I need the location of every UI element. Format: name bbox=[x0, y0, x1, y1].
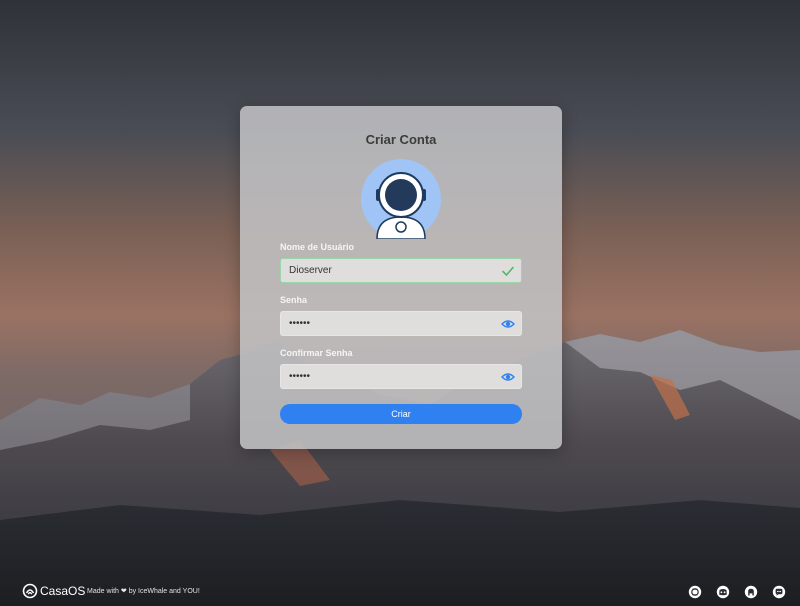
made-with-text: Made with ❤ by IceWhale and YOU! bbox=[87, 587, 200, 595]
made-suffix: by IceWhale and YOU! bbox=[128, 588, 200, 595]
eye-icon[interactable] bbox=[501, 370, 515, 384]
eye-icon[interactable] bbox=[501, 317, 515, 331]
made-prefix: Made with bbox=[87, 588, 119, 595]
casaos-logo-icon bbox=[22, 583, 38, 599]
password-input[interactable] bbox=[281, 312, 491, 335]
confirm-password-field-wrapper bbox=[280, 364, 522, 389]
username-label: Nome de Usuário bbox=[280, 242, 355, 252]
create-account-card: Criar Conta Nome de Usuário Senha Confir… bbox=[240, 106, 562, 449]
form-title: Criar Conta bbox=[365, 132, 437, 147]
confirm-password-input[interactable] bbox=[281, 365, 491, 388]
password-label: Senha bbox=[280, 295, 308, 305]
username-input[interactable] bbox=[281, 259, 491, 282]
github-icon[interactable] bbox=[744, 585, 758, 599]
fan-icon[interactable] bbox=[688, 585, 702, 599]
brand-name: CasaOS bbox=[40, 584, 86, 598]
heart-icon: ❤ bbox=[120, 588, 127, 595]
discord-icon[interactable] bbox=[716, 585, 730, 599]
create-button[interactable]: Criar bbox=[280, 404, 522, 424]
astronaut-avatar-icon[interactable] bbox=[361, 159, 441, 239]
username-field-wrapper bbox=[280, 258, 522, 283]
confirm-password-label: Confirmar Senha bbox=[280, 348, 353, 358]
checkmark-icon bbox=[502, 266, 514, 276]
chat-icon[interactable] bbox=[772, 585, 786, 599]
password-field-wrapper bbox=[280, 311, 522, 336]
